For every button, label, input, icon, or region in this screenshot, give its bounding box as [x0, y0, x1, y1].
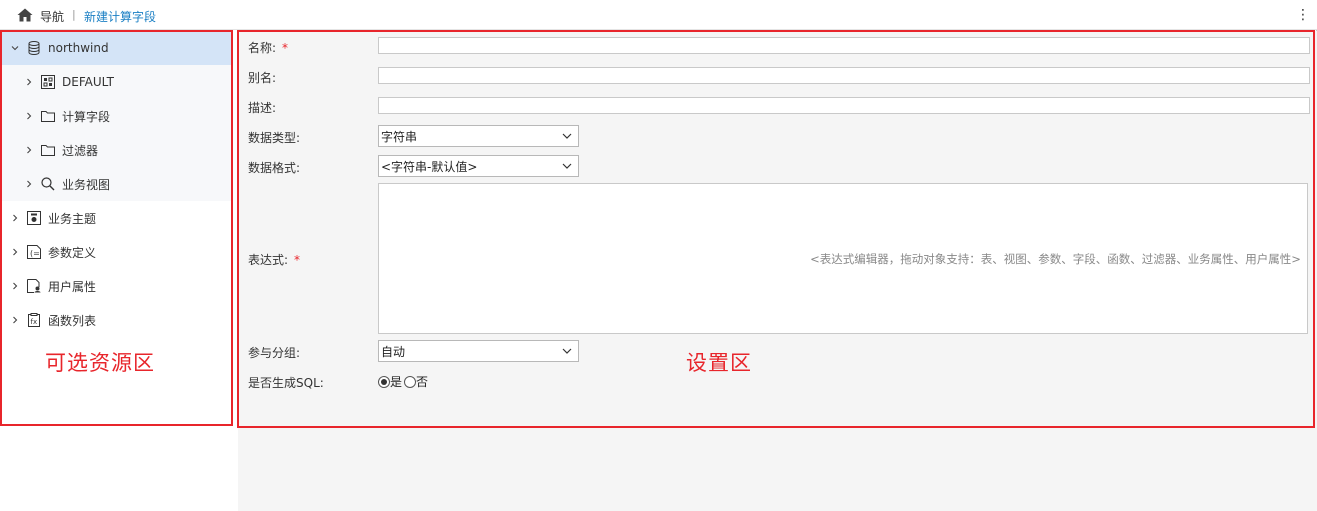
search-icon — [41, 177, 55, 191]
tree-item-user-attributes[interactable]: 用户属性 — [2, 269, 232, 303]
chevron-right-icon[interactable] — [9, 212, 21, 224]
chevron-right-icon[interactable] — [23, 178, 35, 190]
chevron-right-icon[interactable] — [9, 280, 21, 292]
tree-item-filters[interactable]: 过滤器 — [2, 133, 232, 167]
schema-icon — [41, 75, 55, 89]
expression-placeholder: <表达式编辑器，拖动对象支持：表、视图、参数、字段、函数、过滤器、业务属性、用户… — [810, 251, 1301, 266]
folder-icon — [41, 145, 55, 156]
tree-item-label: DEFAULT — [62, 75, 114, 89]
top-navigation-bar: 导航 | 新建计算字段 ⋮ — [0, 0, 1317, 30]
chevron-right-icon[interactable] — [23, 110, 35, 122]
generate-sql-label: 是否生成SQL: — [248, 376, 324, 390]
generate-sql-radio-group: 是 否 — [378, 373, 428, 390]
business-theme-icon — [27, 211, 41, 225]
tree-item-northwind[interactable]: northwind — [2, 31, 232, 65]
expression-editor[interactable]: <表达式编辑器，拖动对象支持：表、视图、参数、字段、函数、过滤器、业务属性、用户… — [378, 183, 1308, 334]
breadcrumb-separator: | — [72, 8, 76, 21]
svg-text:fx: fx — [31, 318, 38, 326]
resource-zone-label: 可选资源区 — [45, 351, 155, 375]
home-icon[interactable] — [17, 8, 33, 22]
tree-item-function-list[interactable]: fx 函数列表 — [2, 303, 232, 337]
required-mark: * — [282, 41, 289, 55]
chevron-down-icon — [562, 133, 572, 139]
data-format-label: 数据格式: — [248, 161, 301, 175]
tree-item-parameters[interactable]: (=) 参数定义 — [2, 235, 232, 269]
tree-item-label: 过滤器 — [62, 143, 99, 158]
data-format-value: <字符串-默认值> — [381, 159, 478, 174]
tree-item-label: 参数定义 — [48, 245, 97, 260]
name-input[interactable] — [378, 37, 1310, 54]
tree-item-label: 业务主题 — [48, 211, 97, 226]
tree-item-business-themes[interactable]: 业务主题 — [2, 201, 232, 235]
group-select[interactable]: 自动 — [378, 340, 579, 362]
data-type-value: 字符串 — [381, 129, 418, 144]
more-options-icon[interactable]: ⋮ — [1296, 6, 1310, 24]
description-input[interactable] — [378, 97, 1310, 114]
sql-no-label[interactable]: 否 — [416, 373, 428, 390]
data-format-select[interactable]: <字符串-默认值> — [378, 155, 579, 177]
tree-item-label: 计算字段 — [62, 109, 111, 124]
chevron-right-icon[interactable] — [9, 314, 21, 326]
sql-no-radio[interactable] — [404, 375, 417, 388]
svg-text:(=): (=) — [30, 249, 41, 258]
tree-item-label: 函数列表 — [48, 313, 97, 328]
name-label: 名称: * — [248, 41, 289, 55]
folder-icon — [41, 111, 55, 122]
sql-yes-radio[interactable] — [378, 375, 390, 388]
chevron-right-icon[interactable] — [23, 144, 35, 156]
chevron-right-icon[interactable] — [23, 76, 35, 88]
breadcrumb-current-page[interactable]: 新建计算字段 — [84, 8, 156, 25]
data-type-label: 数据类型: — [248, 131, 301, 145]
function-list-icon: fx — [28, 313, 40, 327]
sql-yes-label[interactable]: 是 — [390, 373, 402, 390]
database-icon — [28, 41, 40, 55]
group-value: 自动 — [381, 344, 406, 359]
user-attribute-icon — [27, 279, 41, 293]
chevron-right-icon[interactable] — [9, 246, 21, 258]
expression-label: 表达式: * — [248, 253, 301, 267]
tree-item-business-views[interactable]: 业务视图 — [2, 167, 232, 201]
tree-item-label: northwind — [48, 41, 109, 55]
alias-input[interactable] — [378, 67, 1310, 84]
required-mark: * — [294, 253, 301, 267]
description-label: 描述: — [248, 101, 277, 115]
chevron-down-icon[interactable] — [9, 42, 21, 54]
alias-label: 别名: — [248, 71, 277, 85]
chevron-down-icon — [562, 163, 572, 169]
data-type-select[interactable]: 字符串 — [378, 125, 579, 147]
tree-item-default[interactable]: DEFAULT — [2, 65, 232, 99]
chevron-down-icon — [562, 348, 572, 354]
parameter-icon: (=) — [27, 245, 41, 259]
settings-zone-label: 设置区 — [686, 351, 752, 375]
group-label: 参与分组: — [248, 346, 301, 360]
tree-item-calculated-fields[interactable]: 计算字段 — [2, 99, 232, 133]
nav-link[interactable]: 导航 — [40, 8, 64, 25]
radio-checked-dot — [381, 378, 387, 385]
tree-item-label: 用户属性 — [48, 279, 97, 294]
tree-item-label: 业务视图 — [62, 177, 111, 192]
